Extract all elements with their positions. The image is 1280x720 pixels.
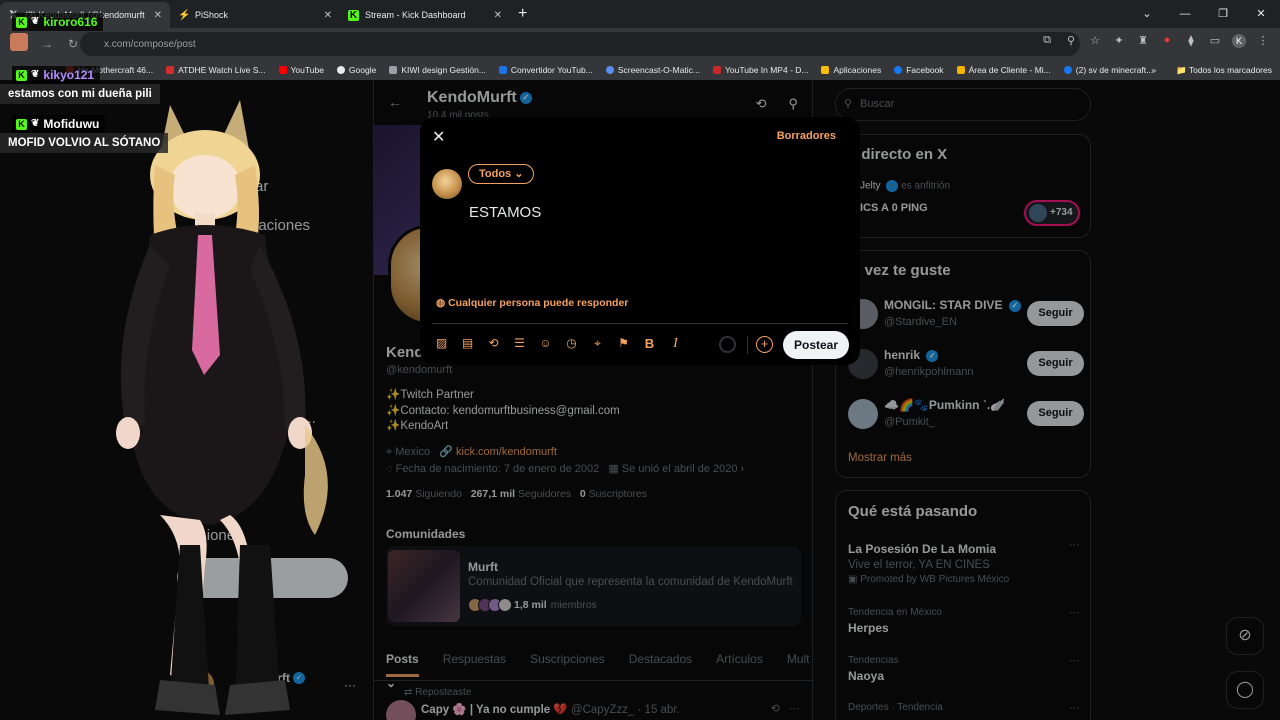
close-tab-icon[interactable]: ✕ <box>494 10 502 21</box>
bookmark-item[interactable]: Screencast-O-Matic... <box>605 65 700 75</box>
profile-avatar[interactable]: K <box>1232 34 1246 48</box>
apps-grid-icon <box>821 66 830 74</box>
bookmark-item[interactable]: Aplicaciones <box>821 65 881 75</box>
post-button[interactable]: Postear <box>783 331 849 359</box>
url-text: x.com/compose/post <box>104 38 196 50</box>
bold-icon[interactable]: B <box>642 336 657 351</box>
facebook-icon <box>1063 66 1072 74</box>
extension-icon[interactable]: ♜ <box>1136 34 1150 48</box>
kick-logo-icon: K <box>348 9 359 21</box>
poll-icon[interactable]: ☰ <box>512 336 527 351</box>
bookmark-item[interactable]: YouTube In MP4 - D... <box>713 65 808 75</box>
sidebar-icon[interactable]: ▭ <box>1208 34 1222 48</box>
tab-pishock[interactable]: ⚡ PiShock ✕ <box>170 2 340 28</box>
chat-username: K ❦ kiroro616 <box>12 13 104 31</box>
close-window-icon[interactable]: ✕ <box>1242 0 1280 28</box>
compose-textarea[interactable]: ESTAMOS <box>469 204 541 221</box>
drafts-button[interactable]: Borradores <box>777 130 836 142</box>
compose-modal: ✕ Borradores Todos ⌄ ESTAMOS ◍ Cualquier… <box>420 117 860 365</box>
kick-logo-icon: K <box>16 69 27 81</box>
facebook-icon <box>894 66 903 74</box>
close-tab-icon[interactable]: ✕ <box>324 10 332 21</box>
bookmark-item[interactable]: Convertidor YouTub... <box>498 65 593 75</box>
youtube-icon <box>278 66 287 74</box>
char-count-ring <box>719 336 736 353</box>
all-bookmarks[interactable]: 📁 Todos los marcadores <box>1176 65 1272 76</box>
badge-icon: ❦ <box>31 69 40 80</box>
compose-toolbar: ▨ ▤ ⟲ ☰ ☺ ◷ ⌖ ⚑ B I <box>434 336 683 351</box>
badge-icon: ❦ <box>31 118 40 129</box>
chat-username: K ❦ Mofiduwu <box>12 115 106 133</box>
new-tab-icon[interactable]: + <box>518 5 527 23</box>
bookmark-item[interactable]: (2) sv de minecraft... <box>1063 65 1153 75</box>
google-icon <box>336 66 345 74</box>
bookmark-item[interactable]: ATDHE Watch Live S... <box>166 65 266 75</box>
kick-logo-icon: K <box>16 16 27 28</box>
composer-avatar <box>432 169 462 199</box>
bookmark-icon <box>498 66 507 74</box>
puzzle-icon[interactable]: ⧫ <box>1184 34 1198 48</box>
italic-icon[interactable]: I <box>668 336 683 351</box>
minimize-icon[interactable]: — <box>1166 0 1204 28</box>
badge-icon: ❦ <box>31 16 40 27</box>
audience-selector[interactable]: Todos ⌄ <box>468 164 535 184</box>
more-bookmarks-icon[interactable]: » <box>1151 65 1156 75</box>
window-controls: ⌄ — ❐ ✕ <box>1128 0 1280 28</box>
media-icon[interactable]: ▨ <box>434 336 449 351</box>
globe-icon: ◍ <box>436 297 449 309</box>
flag-icon[interactable]: ⚑ <box>616 336 631 351</box>
extension-icon[interactable]: ✦ <box>1112 34 1126 48</box>
bookmark-item[interactable]: Área de Cliente - Mi... <box>956 65 1051 75</box>
bookmark-icon <box>605 66 614 74</box>
chat-message: estamos con mi dueña pili <box>0 84 160 104</box>
bookmarks-bar: Ha Mothercraft 46... ATDHE Watch Live S.… <box>0 60 1280 80</box>
streamer-avatar <box>10 33 28 51</box>
zoom-icon[interactable]: ⚲ <box>1064 34 1078 48</box>
bookmark-icon <box>956 66 965 74</box>
bookmark-icon <box>166 66 175 74</box>
lightning-icon: ⚡ <box>178 9 191 21</box>
bookmarks-right: » 📁 Todos los marcadores <box>1151 60 1272 80</box>
bookmark-item[interactable]: KIWI design Gestión... <box>389 65 486 75</box>
kick-logo-icon: K <box>16 118 27 130</box>
bookmark-item[interactable]: Google <box>336 65 376 75</box>
extension-icons: ⧉ ⚲ ☆ ✦ ♜ ● ⧫ ▭ K ⋮ <box>1040 34 1270 48</box>
grok-icon[interactable]: ⟲ <box>486 336 501 351</box>
bookmark-item[interactable]: Facebook <box>894 65 944 75</box>
menu-icon[interactable]: ⋮ <box>1256 34 1270 48</box>
maximize-icon[interactable]: ❐ <box>1204 0 1242 28</box>
forward-icon[interactable]: → <box>34 37 60 51</box>
install-app-icon[interactable]: ⧉ <box>1040 34 1054 48</box>
schedule-icon[interactable]: ◷ <box>564 336 579 351</box>
tab-title: PiShock <box>195 10 229 20</box>
add-post-icon[interactable]: + <box>756 336 773 353</box>
bookmark-star-icon[interactable]: ☆ <box>1088 34 1102 48</box>
chat-message: MOFID VOLVIO AL SÓTANO <box>0 133 169 153</box>
browser-tab-bar: 𝕏 (3) KendoMurft (@kendomurft ✕ ⚡ PiShoc… <box>0 0 1280 28</box>
reply-settings[interactable]: ◍ Cualquier persona puede responder <box>436 297 628 309</box>
chevron-down-icon: ⌄ <box>514 168 524 180</box>
tab-title: Stream - Kick Dashboard <box>365 10 466 20</box>
emoji-icon[interactable]: ☺ <box>538 336 553 351</box>
chat-username: K ❦ kikyo121 <box>12 66 101 84</box>
location-icon[interactable]: ⌖ <box>590 336 605 351</box>
bookmark-icon <box>389 66 398 74</box>
address-bar-row: → ↻ x.com/compose/post ⧉ ⚲ ☆ ✦ ♜ ● ⧫ ▭ K… <box>0 28 1280 60</box>
opera-icon[interactable]: ● <box>1160 34 1174 48</box>
gif-icon[interactable]: ▤ <box>460 336 475 351</box>
divider <box>432 323 848 324</box>
close-tab-icon[interactable]: ✕ <box>154 10 162 21</box>
url-input[interactable]: x.com/compose/post <box>80 32 1080 56</box>
vtuber-avatar <box>116 100 328 715</box>
bookmark-item[interactable]: YouTube <box>278 65 324 75</box>
divider <box>747 336 748 354</box>
bookmark-icon <box>713 66 722 74</box>
tab-kick-dashboard[interactable]: K Stream - Kick Dashboard ✕ <box>340 2 510 28</box>
close-icon[interactable]: ✕ <box>432 127 445 147</box>
tab-search-icon[interactable]: ⌄ <box>1128 0 1166 28</box>
